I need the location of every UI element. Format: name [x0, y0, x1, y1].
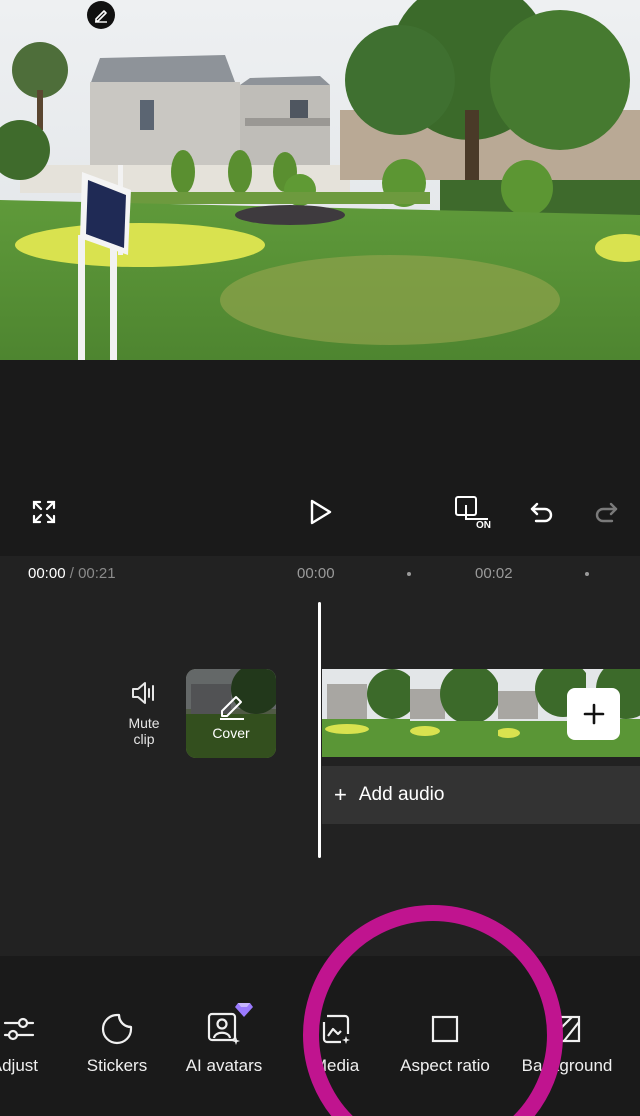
background-icon — [553, 1015, 581, 1043]
add-audio-button[interactable]: + Add audio — [322, 766, 640, 824]
bottom-toolbar: Adjust Stickers AI avatars — [0, 990, 640, 1116]
redo-button[interactable] — [586, 488, 626, 536]
video-preview[interactable] — [0, 0, 640, 360]
pencil-icon — [95, 10, 107, 23]
current-time: 00:00 — [28, 565, 66, 582]
cover-button[interactable]: Cover — [186, 669, 276, 758]
undo-icon — [530, 502, 553, 523]
toolbar-label: Media — [312, 1056, 360, 1075]
play-icon — [310, 499, 332, 525]
sticker-icon — [101, 1013, 133, 1045]
total-time: 00:21 — [78, 565, 116, 582]
toolbar-label: AI avatars — [185, 1056, 263, 1075]
play-button[interactable] — [300, 488, 340, 536]
time-display: 00:00 / 00:21 — [28, 565, 116, 582]
fullscreen-icon — [32, 500, 56, 524]
edit-overlay-button[interactable] — [87, 1, 115, 29]
speaker-icon — [132, 682, 154, 704]
fullscreen-button[interactable] — [24, 488, 64, 536]
toolbar-label: Background — [521, 1056, 613, 1075]
add-audio-label: Add audio — [358, 784, 445, 805]
toolbar-item-aspect-ratio[interactable]: Aspect ratio — [388, 1010, 502, 1076]
toolbar-label: Adjust — [0, 1056, 38, 1075]
mute-clip-label: Mute clip — [128, 715, 160, 747]
ruler-tick: 00:02 — [475, 565, 513, 582]
toolbar-label: Stickers — [86, 1056, 148, 1075]
media-icon — [322, 1014, 350, 1044]
redo-icon — [595, 502, 618, 523]
playhead[interactable] — [318, 602, 321, 858]
clip-frame — [322, 669, 417, 757]
premium-diamond-icon — [235, 1003, 253, 1017]
toolbar-item-adjust[interactable]: Adjust — [0, 1010, 54, 1076]
ruler-dot — [407, 572, 411, 576]
plus-icon — [583, 703, 604, 725]
sliders-icon — [3, 1017, 35, 1041]
undo-button[interactable] — [522, 488, 562, 536]
add-clip-button[interactable] — [567, 688, 620, 740]
mute-clip-button[interactable]: Mute clip — [118, 680, 170, 747]
aspect-ratio-icon — [431, 1015, 459, 1043]
clip-on-icon: ON — [455, 496, 491, 531]
cover-label: Cover — [212, 725, 250, 741]
ruler-tick: 00:00 — [297, 565, 335, 582]
clip-frame — [410, 669, 500, 757]
svg-text:ON: ON — [476, 520, 491, 531]
ruler-dot — [585, 572, 589, 576]
player-controls: ON — [0, 488, 640, 538]
plus-icon: + — [334, 782, 347, 807]
time-separator: / — [65, 565, 79, 582]
toolbar-label: Aspect ratio — [400, 1056, 490, 1075]
toolbar-item-background[interactable]: Background — [510, 1010, 624, 1076]
toolbar-item-stickers[interactable]: Stickers — [80, 1010, 154, 1076]
toolbar-item-media[interactable]: Media — [300, 1010, 372, 1076]
toolbar-item-ai-avatars[interactable]: AI avatars — [178, 1003, 270, 1076]
auto-captions-toggle[interactable]: ON — [450, 488, 496, 536]
